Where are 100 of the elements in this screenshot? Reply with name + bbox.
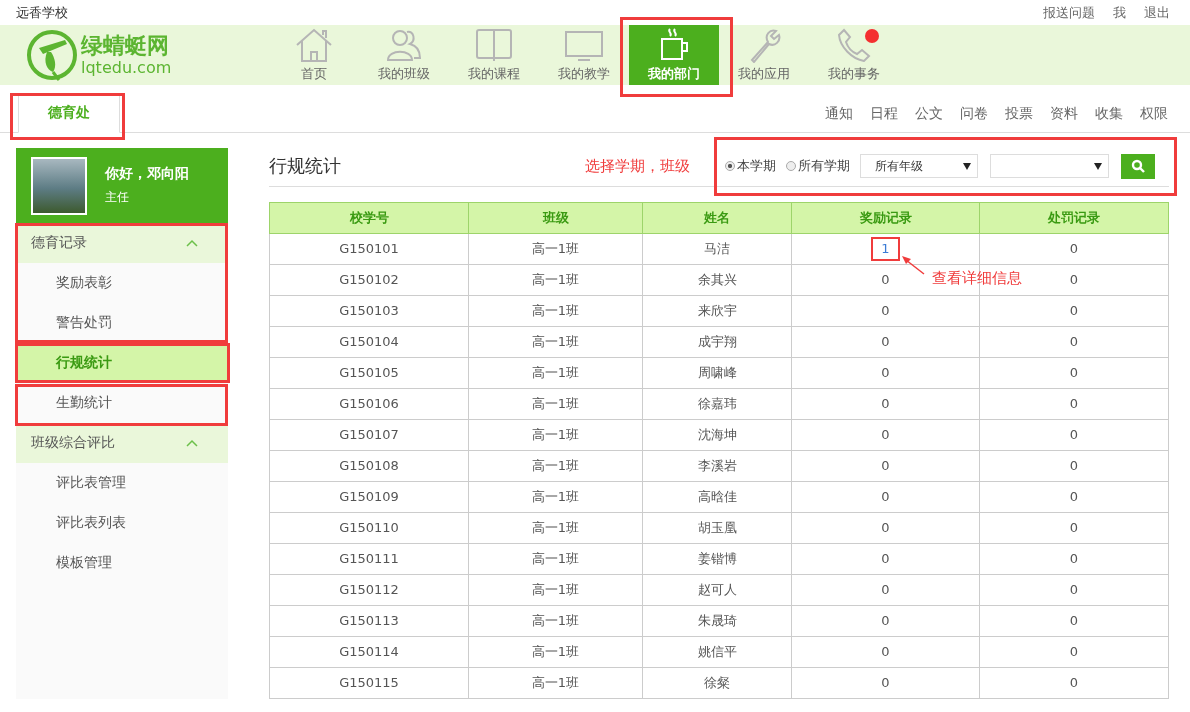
table-cell: 徐嘉玮	[642, 388, 792, 420]
table-cell: 0	[881, 427, 890, 442]
table-cell: 0	[881, 489, 890, 504]
table-cell: 马洁	[642, 233, 792, 265]
sidebar-item[interactable]: 警告处罚	[16, 303, 228, 343]
table-cell: 朱晟琦	[642, 605, 792, 637]
search-button[interactable]	[1121, 153, 1155, 179]
sidebar-item[interactable]: 模板管理	[16, 543, 228, 583]
table-cell: 高一1班	[468, 326, 643, 358]
top-link[interactable]: 报送问题	[1043, 3, 1095, 22]
table-cell: G150107	[269, 419, 469, 451]
table-cell: 高一1班	[468, 605, 643, 637]
nav-item[interactable]: 我的课程	[449, 25, 539, 85]
table-cell: 高晗佳	[642, 481, 792, 513]
table-cell: 余其兴	[642, 264, 792, 296]
table-cell: 0	[979, 574, 1169, 606]
table-cell: 0	[881, 582, 890, 597]
department-link[interactable]: 日程	[870, 104, 898, 123]
table-cell: 高一1班	[468, 574, 643, 606]
term-radio[interactable]: 所有学期	[786, 157, 850, 175]
table-cell: 高一1班	[468, 388, 643, 420]
nav-item[interactable]: 我的事务	[809, 25, 899, 85]
table-cell: 高一1班	[468, 264, 643, 296]
table-cell: 0	[979, 512, 1169, 544]
table-cell: G150106	[269, 388, 469, 420]
table-cell: 0	[979, 481, 1169, 513]
table-cell: 0	[979, 450, 1169, 482]
school-name: 远香学校	[16, 3, 68, 22]
column-header: 姓名	[642, 202, 792, 234]
nav-item[interactable]: 我的应用	[719, 25, 809, 85]
table-cell: 0	[881, 303, 890, 318]
table-cell: 0	[979, 543, 1169, 575]
logo-domain: lqtedu.com	[81, 59, 172, 76]
table-cell: G150109	[269, 481, 469, 513]
table-cell: 赵可人	[642, 574, 792, 606]
sidebar-item[interactable]: 奖励表彰	[16, 263, 228, 303]
table-cell: 高一1班	[468, 295, 643, 327]
house-icon	[294, 27, 334, 63]
grade-select[interactable]: 所有年级	[860, 154, 978, 178]
term-radio[interactable]: 本学期	[725, 157, 776, 175]
table-cell: G150114	[269, 636, 469, 668]
sidebar-item[interactable]: 评比表管理	[16, 463, 228, 503]
table-cell: G150103	[269, 295, 469, 327]
table-cell: 成宇翔	[642, 326, 792, 358]
caret-icon	[963, 162, 971, 170]
table-cell: G150101	[269, 233, 469, 265]
chevron-icon	[186, 439, 198, 447]
table-cell: 高一1班	[468, 450, 643, 482]
page-title: 行规统计	[269, 154, 342, 178]
department-link[interactable]: 公文	[915, 104, 943, 123]
department-link[interactable]: 通知	[825, 104, 853, 123]
group-label: 德育记录	[31, 234, 87, 252]
group-label: 班级综合评比	[31, 434, 115, 452]
book-icon	[474, 27, 514, 63]
chevron-icon	[186, 239, 198, 247]
department-link[interactable]: 权限	[1140, 104, 1168, 123]
search-icon	[1131, 159, 1145, 173]
table-cell: 0	[979, 388, 1169, 420]
nav-item[interactable]: 我的教学	[539, 25, 629, 85]
table-cell: G150105	[269, 357, 469, 389]
sidebar-item[interactable]: 评比表列表	[16, 503, 228, 543]
department-link[interactable]: 投票	[1005, 104, 1033, 123]
department-link[interactable]: 资料	[1050, 104, 1078, 123]
table-cell: 0	[881, 365, 890, 380]
department-link[interactable]: 问卷	[960, 104, 988, 123]
table-cell: 高一1班	[468, 543, 643, 575]
top-link[interactable]: 退出	[1144, 3, 1170, 22]
sidebar-item[interactable]: 生勤统计	[16, 383, 228, 423]
column-header: 校学号	[269, 202, 469, 234]
table-cell: 0	[881, 520, 890, 535]
department-link[interactable]: 收集	[1095, 104, 1123, 123]
table-cell: 0	[979, 357, 1169, 389]
table-cell: G150104	[269, 326, 469, 358]
top-link[interactable]: 我	[1113, 3, 1126, 22]
table-cell: 0	[881, 613, 890, 628]
reward-count-link[interactable]: 1	[871, 237, 900, 261]
table-cell: G150108	[269, 450, 469, 482]
column-header: 班级	[468, 202, 643, 234]
table-cell: 0	[979, 605, 1169, 637]
greeting: 你好，邓向阳	[105, 165, 189, 183]
table-cell: 高一1班	[468, 636, 643, 668]
table-cell: 0	[881, 272, 890, 287]
table-cell: 姚信平	[642, 636, 792, 668]
table-cell: 姜锴博	[642, 543, 792, 575]
table-cell: 0	[881, 458, 890, 473]
table-cell: 高一1班	[468, 419, 643, 451]
table-cell: 0	[881, 644, 890, 659]
table-cell: 高一1班	[468, 481, 643, 513]
sidebar-group[interactable]: 班级综合评比	[16, 423, 228, 463]
table-cell: 0	[979, 326, 1169, 358]
dragonfly-logo-icon	[25, 28, 79, 82]
user-role: 主任	[105, 189, 130, 206]
nav-item[interactable]: 我的班级	[359, 25, 449, 85]
annotation-arrow	[900, 254, 926, 276]
table-cell: 0	[881, 396, 890, 411]
table-cell: 0	[881, 551, 890, 566]
table-cell: 高一1班	[468, 233, 643, 265]
table-cell: G150111	[269, 543, 469, 575]
nav-item[interactable]: 首页	[269, 25, 359, 85]
table-cell: 0	[881, 675, 890, 690]
